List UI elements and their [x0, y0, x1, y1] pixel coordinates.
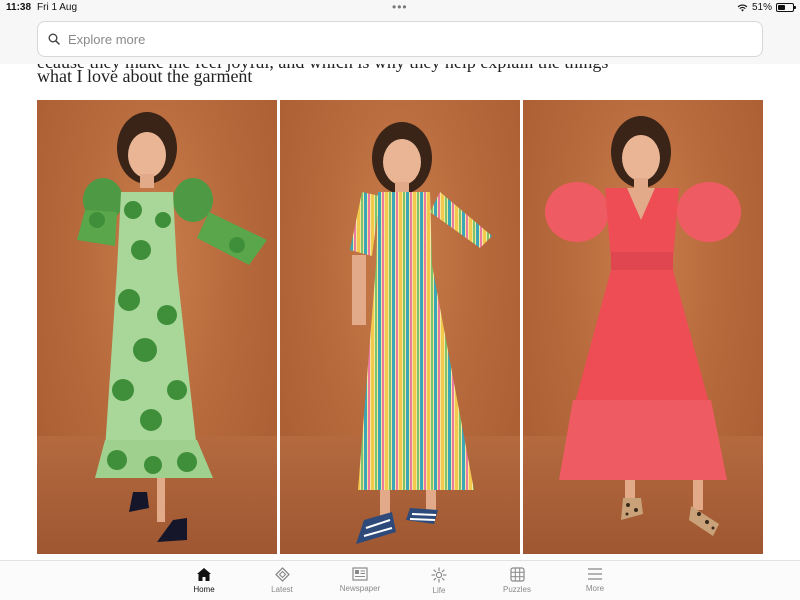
tab-home[interactable]: Home [174, 567, 234, 594]
green-floral-dress-photo[interactable] [37, 100, 277, 554]
article-content: ecause they make me feel joyful, and whi… [0, 64, 800, 560]
battery-icon [776, 3, 796, 12]
tab-newspaper[interactable]: Newspaper [330, 567, 390, 593]
multitasking-dots-icon[interactable]: ••• [392, 0, 408, 14]
bottom-tab-bar: Home Latest Newspaper Life Puzzles More [0, 560, 800, 600]
status-date: Fri 1 Aug [37, 2, 78, 13]
photo-gallery [37, 100, 763, 554]
tab-home-label: Home [193, 585, 215, 594]
tab-latest[interactable]: Latest [252, 567, 312, 594]
wifi-icon [737, 4, 748, 12]
newspaper-icon [352, 567, 368, 581]
status-right: 51% [737, 2, 796, 13]
tab-life[interactable]: Life [409, 567, 469, 595]
search-icon [48, 33, 60, 45]
tab-puzzles[interactable]: Puzzles [487, 567, 547, 594]
life-icon [431, 567, 447, 583]
puzzles-icon [509, 567, 525, 582]
search-area [0, 16, 800, 64]
status-time: 11:38 [6, 2, 32, 13]
tab-puzzles-label: Puzzles [502, 585, 531, 594]
latest-icon [274, 567, 290, 582]
battery-percentage: 51% [751, 2, 772, 13]
home-icon [197, 568, 211, 581]
tab-more-label: More [585, 584, 605, 593]
more-icon [588, 568, 602, 580]
article-text-line: what I love about the garment [37, 66, 253, 86]
tab-latest-label: Latest [271, 585, 293, 594]
search-box[interactable] [37, 21, 763, 57]
tab-newspaper-label: Newspaper [339, 584, 381, 593]
tab-life-label: Life [432, 586, 446, 595]
striped-dress-photo[interactable] [280, 100, 520, 554]
coral-dress-photo[interactable] [523, 100, 763, 554]
status-bar: 11:38 Fri 1 Aug ••• 51% [0, 0, 800, 16]
tab-more[interactable]: More [565, 567, 625, 593]
search-input[interactable] [68, 31, 668, 47]
